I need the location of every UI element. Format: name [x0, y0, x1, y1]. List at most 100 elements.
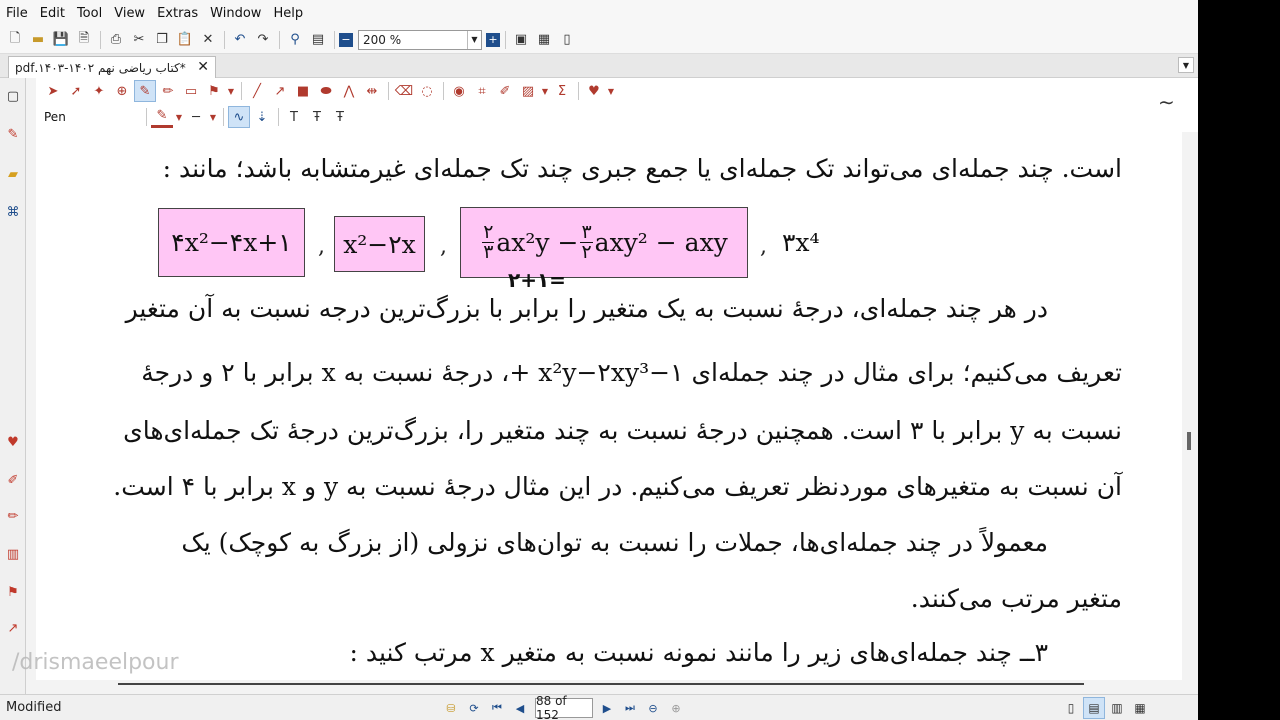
handwritten-annotation: ۲+۱=: [508, 268, 566, 292]
redo-icon[interactable]: ↷: [252, 29, 274, 51]
save-as-icon[interactable]: 🗎: [73, 29, 95, 51]
prev-page-icon[interactable]: ◀: [509, 697, 531, 719]
close-icon[interactable]: ✕: [197, 59, 209, 75]
chevron-down-icon[interactable]: ▼: [174, 106, 184, 128]
attachments-icon[interactable]: ⌘: [3, 202, 23, 222]
zoom-select[interactable]: 200 % ▼: [358, 29, 482, 50]
toolbar-separator: [334, 30, 335, 49]
menu-tool[interactable]: Tool: [77, 6, 102, 21]
continuous-view-icon[interactable]: ▤: [1083, 697, 1105, 719]
chevron-down-icon[interactable]: ▼: [540, 80, 550, 102]
fullscreen-icon[interactable]: ▯: [556, 29, 578, 51]
first-page-icon[interactable]: ⏮: [486, 697, 508, 719]
menu-extras[interactable]: Extras: [157, 6, 198, 21]
menu-edit[interactable]: Edit: [40, 6, 65, 21]
sigma-icon[interactable]: Σ: [551, 80, 573, 102]
zoom-out-icon[interactable]: −: [339, 32, 353, 47]
text-highlight-icon[interactable]: Ŧ: [306, 106, 328, 128]
continuous-facing-view-icon[interactable]: ▦: [1129, 697, 1151, 719]
vertical-scrollbar[interactable]: [1182, 132, 1198, 680]
ruler-icon[interactable]: ✐: [494, 80, 516, 102]
facing-view-icon[interactable]: ▥: [1106, 697, 1128, 719]
toolbar-separator: [223, 108, 224, 126]
marker-tool-icon[interactable]: ✏: [3, 506, 23, 526]
history-icon[interactable]: ⛁: [440, 697, 462, 719]
back-icon[interactable]: ⊖: [642, 697, 664, 719]
marker-icon[interactable]: ✏: [157, 80, 179, 102]
pages-icon[interactable]: ▢: [3, 86, 23, 106]
arrow-icon[interactable]: ↗: [269, 80, 291, 102]
zoom-icon[interactable]: ⊕: [111, 80, 133, 102]
menu-help[interactable]: Help: [273, 6, 303, 21]
fit-page-icon[interactable]: ▣: [510, 29, 532, 51]
cut-icon[interactable]: ✂: [128, 29, 150, 51]
find-icon[interactable]: ▤: [307, 29, 329, 51]
eraser-icon[interactable]: ⌫: [393, 80, 415, 102]
paragraph-line-2: تعریف می‌کنیم؛ برای مثال در چند جمله‌ای …: [141, 358, 1122, 387]
chevron-down-icon[interactable]: ▼: [606, 80, 616, 102]
menu-window[interactable]: Window: [210, 6, 261, 21]
undo-icon[interactable]: ↶: [229, 29, 251, 51]
smooth-stroke-icon[interactable]: ∿: [228, 106, 250, 128]
annotation-toolbar: ➤ ➚ ✦ ⊕ ✎ ✏ ▭ ⚑ ▼ ╱ ↗ ■ ⬬ ⋀ ⇹ ⌫ ◌ ◉ ⌗ ✐ …: [36, 78, 1198, 132]
menu-bar: File Edit Tool View Extras Window Help: [0, 0, 1198, 26]
copy-icon[interactable]: ❐: [151, 29, 173, 51]
stamp-icon[interactable]: ⚑: [203, 80, 225, 102]
pen-tool-icon[interactable]: ✐: [3, 470, 23, 490]
highlight-icon[interactable]: ✦: [88, 80, 110, 102]
pen-color-icon[interactable]: ✎: [151, 106, 173, 128]
menu-file[interactable]: File: [6, 6, 28, 21]
single-page-view-icon[interactable]: ▯: [1060, 697, 1082, 719]
heart-icon[interactable]: ♥: [583, 80, 605, 102]
open-icon[interactable]: ▬: [27, 29, 49, 51]
bookmarks-icon[interactable]: ▰: [3, 164, 23, 184]
chevron-down-icon[interactable]: ▼: [208, 106, 218, 128]
page-number-field[interactable]: 88 of 152: [535, 694, 593, 720]
left-sidebar: ▢ ✎ ▰ ⌘ ♥ ✐ ✏ ▥ ⚑ ↗: [0, 78, 26, 694]
rect-icon[interactable]: ■: [292, 80, 314, 102]
print-icon[interactable]: ⎙: [105, 29, 127, 51]
arrow-tool-icon[interactable]: ↗: [3, 618, 23, 638]
paste-icon[interactable]: 📋: [174, 29, 196, 51]
chevron-down-icon[interactable]: ▼: [226, 80, 236, 102]
pressure-icon[interactable]: ⇣: [251, 106, 273, 128]
lasso-icon[interactable]: ◌: [416, 80, 438, 102]
text-strikeout-icon[interactable]: Ŧ: [329, 106, 351, 128]
menu-view[interactable]: View: [114, 6, 145, 21]
exercise-heading: ۳ــ چند جمله‌ای‌های زیر را مانند نمونه ن…: [349, 638, 1048, 667]
crop-icon[interactable]: ⌗: [471, 80, 493, 102]
line-icon[interactable]: ╱: [246, 80, 268, 102]
fit-width-icon[interactable]: ▦: [533, 29, 555, 51]
polygon-icon[interactable]: ⋀: [338, 80, 360, 102]
new-icon[interactable]: 🗋: [4, 29, 26, 51]
pointer-icon[interactable]: ➚: [65, 80, 87, 102]
binoculars-icon[interactable]: ⚲: [284, 29, 306, 51]
scrollbar-thumb[interactable]: [1187, 432, 1191, 450]
document-viewport[interactable]: است. چند جمله‌ای می‌تواند تک جمله‌ای یا …: [36, 132, 1182, 680]
save-icon[interactable]: 💾: [50, 29, 72, 51]
refresh-icon[interactable]: ⟳: [463, 697, 485, 719]
select-icon[interactable]: ➤: [42, 80, 64, 102]
text-underline-icon[interactable]: T: [283, 106, 305, 128]
tab-document[interactable]: *کتاب ریاضی نهم ۱۴۰۲-۱۴۰۳.pdf ✕: [8, 56, 216, 78]
line-width-icon[interactable]: ─: [185, 106, 207, 128]
next-page-icon[interactable]: ▶: [596, 697, 618, 719]
annotations-icon[interactable]: ✎: [3, 124, 23, 144]
forward-icon[interactable]: ⊕: [665, 697, 687, 719]
chevron-down-icon[interactable]: ▼: [467, 30, 481, 49]
camera-icon[interactable]: ◉: [448, 80, 470, 102]
measure-icon[interactable]: ⇹: [361, 80, 383, 102]
textbox-icon[interactable]: ▭: [180, 80, 202, 102]
last-page-icon[interactable]: ⏭: [619, 697, 641, 719]
favorites-icon[interactable]: ♥: [3, 432, 23, 452]
signature-icon[interactable]: ∼: [1158, 90, 1175, 114]
delete-icon[interactable]: ✕: [197, 29, 219, 51]
pen-icon[interactable]: ✎: [134, 80, 156, 102]
image-icon[interactable]: ▨: [517, 80, 539, 102]
zoom-in-icon[interactable]: +: [486, 32, 500, 47]
ellipse-icon[interactable]: ⬬: [315, 80, 337, 102]
chart-tool-icon[interactable]: ▥: [3, 544, 23, 564]
horizontal-scrollbar[interactable]: [118, 683, 1084, 685]
stamp-tool-icon[interactable]: ⚑: [3, 582, 23, 602]
tab-list-dropdown-icon[interactable]: ▼: [1178, 57, 1194, 73]
